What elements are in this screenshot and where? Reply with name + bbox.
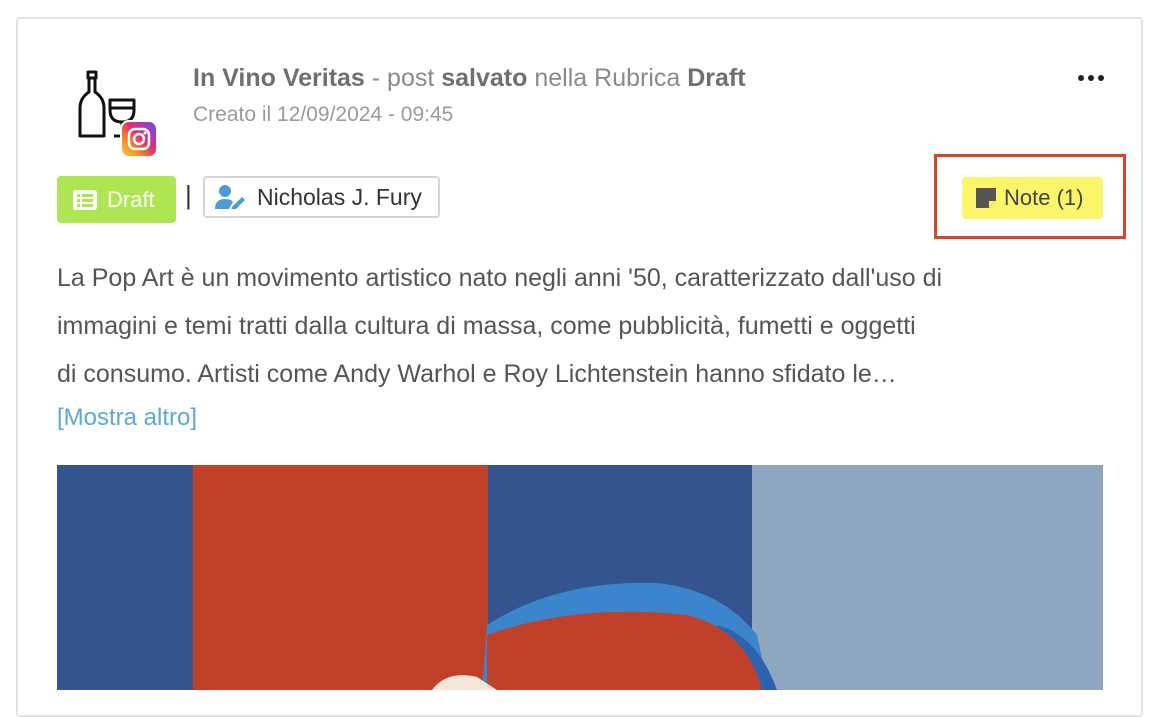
post-body: La Pop Art è un movimento artistico nato… [57, 254, 1117, 398]
rubrica-name: Draft [687, 64, 746, 92]
sticky-note-icon [976, 188, 996, 208]
note-label: Note (1) [1004, 185, 1084, 210]
user-name: Nicholas J. Fury [257, 183, 422, 210]
post-text-line: La Pop Art è un movimento artistico nato… [57, 264, 943, 292]
post-status: salvato [441, 64, 528, 92]
show-more-link[interactable]: [Mostra altro] [57, 404, 197, 432]
header-rubrica-text: nella Rubrica [527, 64, 688, 92]
dot-icon [1078, 75, 1084, 81]
badge-separator: | [185, 180, 192, 210]
account-name[interactable]: In Vino Veritas [193, 64, 365, 92]
created-timestamp: Creato il 12/09/2024 - 09:45 [193, 103, 454, 126]
dot-icon [1098, 75, 1104, 81]
draft-label: Draft [107, 186, 155, 212]
assigned-user-badge[interactable]: Nicholas J. Fury [203, 176, 440, 218]
post-text-line: di consumo. Artisti come Andy Warhol e R… [57, 360, 897, 388]
post-header: In Vino Veritas - post salvato nella Rub… [193, 64, 746, 93]
more-options-button[interactable] [1072, 64, 1110, 92]
list-icon [73, 189, 97, 210]
user-edit-icon [215, 185, 245, 209]
instagram-icon [120, 120, 158, 158]
post-image[interactable] [57, 465, 1103, 690]
note-button[interactable]: Note (1) [962, 177, 1103, 219]
draft-badge[interactable]: Draft [57, 176, 176, 223]
post-text-line: immagini e temi tratti dalla cultura di … [57, 312, 916, 340]
dot-icon [1088, 75, 1094, 81]
header-separator: - post [364, 64, 442, 92]
